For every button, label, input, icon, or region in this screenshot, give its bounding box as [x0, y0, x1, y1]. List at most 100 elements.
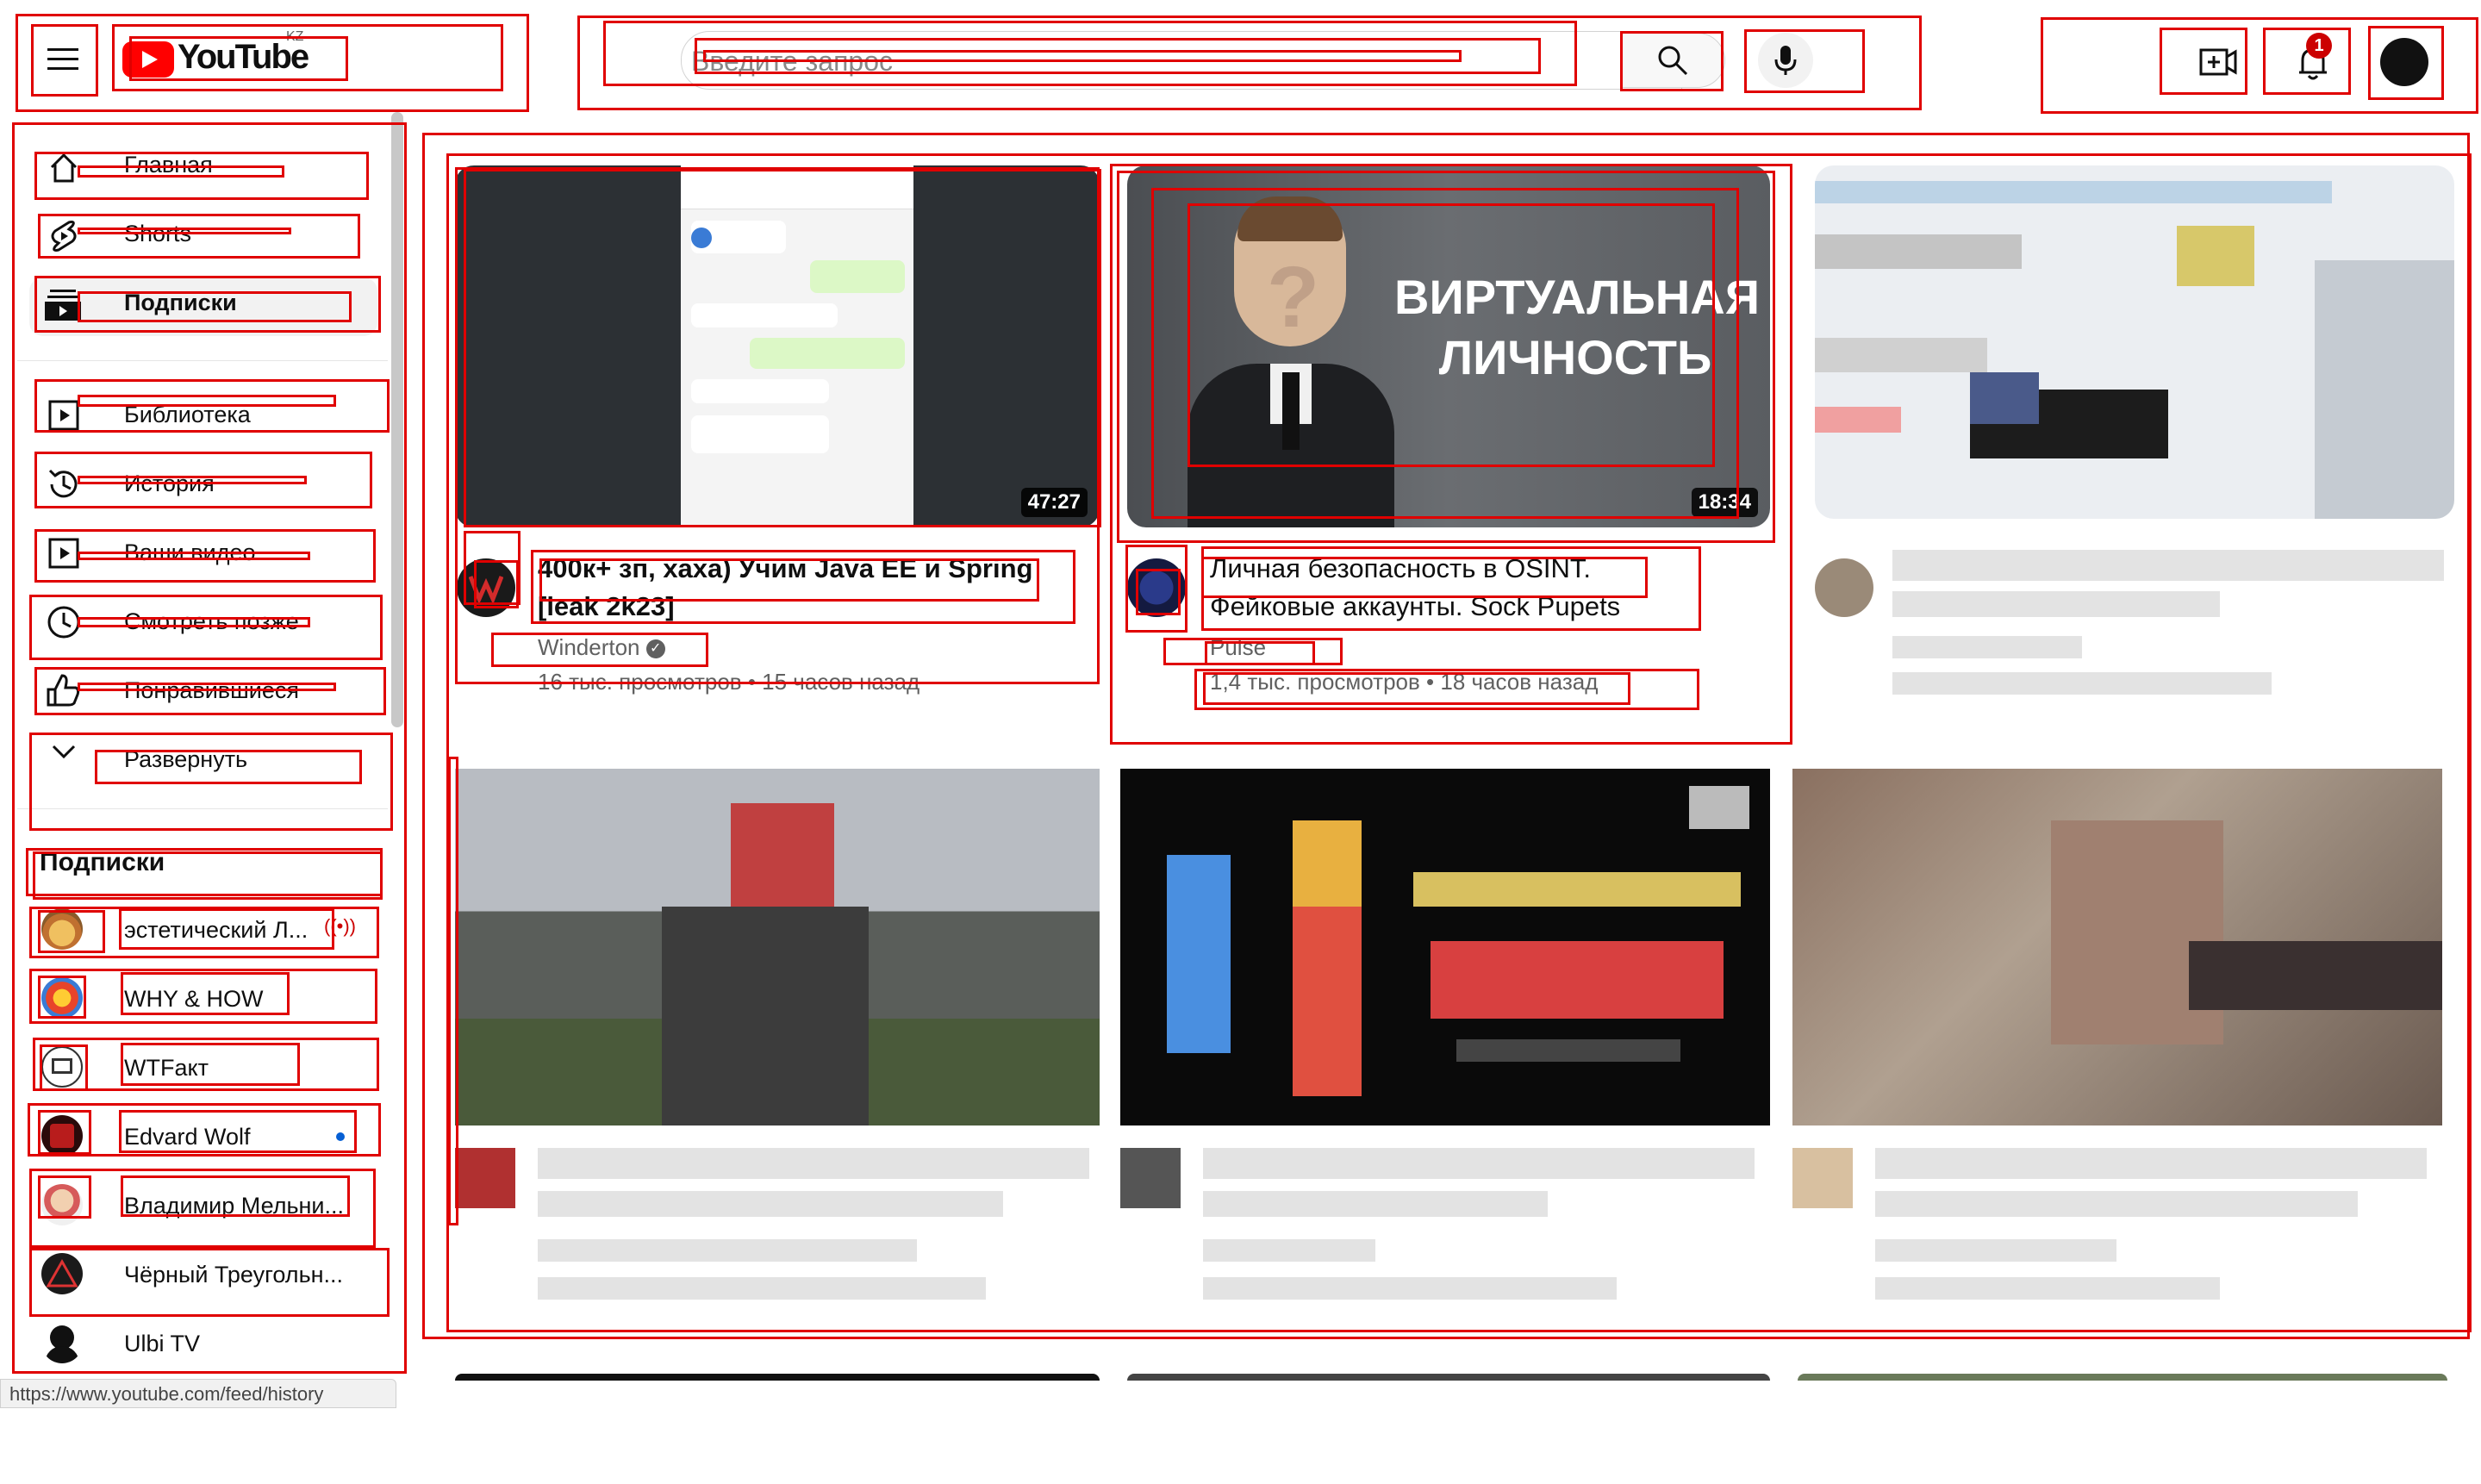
thumbnail-image: ? [1188, 196, 1394, 527]
subscription-name: Ulbi TV [124, 1331, 201, 1356]
sidebar-item-liked[interactable]: Понравившиеся [34, 667, 379, 715]
sidebar-item-label: Shorts [124, 221, 192, 246]
channel-name[interactable]: Winderton ✓ [538, 634, 665, 661]
video-duration: 18:34 [1691, 488, 1758, 517]
thumbnail-caption: ВИРТУАЛЬНАЯ ЛИЧНОСТЬ [1394, 267, 1760, 388]
channel-avatar[interactable] [457, 558, 515, 617]
subscription-name: Чёрный Треугольн... [124, 1262, 344, 1288]
video-title-line: Фейковые аккаунты. Sock Pupets [1210, 591, 1621, 621]
video-thumbnail[interactable] [1792, 769, 2442, 1125]
video-card-blurred[interactable] [1815, 165, 2454, 734]
video-card-blurred[interactable] [1792, 769, 2447, 1363]
subscription-item[interactable]: Чёрный Треугольн... [34, 1250, 379, 1301]
new-content-dot [336, 1132, 345, 1141]
thumbs-up-icon [47, 674, 80, 707]
subscription-item[interactable]: эстетический Л... ((•)) [34, 905, 379, 957]
search-button[interactable] [1620, 33, 1725, 88]
sidebar-item-history[interactable]: История [34, 460, 379, 508]
video-feed: 47:27 400к+ зп, хаха) Учим Java EE и Spr… [431, 138, 2473, 1381]
subscription-name: WHY & HOW [124, 986, 264, 1012]
subscription-item[interactable]: Владимир Мельни... [34, 1181, 379, 1232]
channel-avatar [41, 1253, 83, 1294]
video-card[interactable]: ? ВИРТУАЛЬНАЯ ЛИЧНОСТЬ 18:34 Личная безо… [1127, 165, 1770, 734]
channel-avatar [41, 1115, 83, 1157]
video-title[interactable]: Личная безопасность в OSINT. Фейковые ак… [1210, 550, 1761, 626]
subscription-name: Edvard Wolf [124, 1124, 251, 1150]
youtube-logo[interactable]: YouTube KZ [122, 29, 346, 83]
library-icon [48, 400, 79, 431]
chevron-down-icon [52, 745, 76, 759]
voice-search-button[interactable] [1758, 33, 1813, 88]
sidebar-item-label: Развернуть [124, 746, 248, 772]
live-icon: ((•)) [324, 915, 357, 937]
sidebar-item-label: Понравившиеся [124, 677, 300, 703]
youtube-play-icon [122, 41, 174, 78]
menu-button[interactable] [41, 38, 84, 81]
video-card-partial[interactable] [455, 1374, 1100, 1381]
channel-avatar [41, 908, 83, 950]
sidebar-item-library[interactable]: Библиотека [34, 391, 379, 440]
video-card-partial[interactable] [1798, 1374, 2447, 1381]
sidebar-item-label: История [124, 471, 215, 496]
subscription-item[interactable]: Edvard Wolf [34, 1112, 379, 1163]
video-thumbnail[interactable]: 47:27 [455, 165, 1100, 527]
create-button[interactable] [2194, 38, 2242, 86]
sidebar-scrollbar[interactable] [391, 112, 403, 727]
video-card[interactable]: 47:27 400к+ зп, хаха) Учим Java EE и Spr… [455, 165, 1100, 734]
thumbnail-caption-line: ЛИЧНОСТЬ [1438, 330, 1712, 384]
winderton-logo-icon [469, 576, 503, 602]
channel-name[interactable]: Pulse [1210, 634, 1266, 661]
shorts-icon [51, 221, 77, 252]
sidebar-item-subscriptions[interactable]: Подписки [34, 281, 379, 329]
video-card-partial[interactable] [1127, 1374, 1770, 1381]
video-thumbnail[interactable]: ? ВИРТУАЛЬНАЯ ЛИЧНОСТЬ 18:34 [1127, 165, 1770, 527]
triangle-logo-icon [47, 1258, 78, 1288]
sidebar-item-watch-later[interactable]: Смотреть позже [34, 598, 379, 646]
status-url: https://www.youtube.com/feed/history [9, 1383, 324, 1405]
account-avatar[interactable] [2380, 38, 2428, 86]
channel-avatar [41, 1184, 83, 1225]
thumbnail-image [681, 165, 913, 527]
video-title-line: [leak 2k23] [538, 591, 675, 621]
sidebar-divider [17, 360, 388, 361]
verified-icon: ✓ [645, 639, 665, 659]
subscriptions-heading: Подписки [40, 848, 165, 876]
hamburger-icon [47, 48, 78, 70]
video-card-blurred[interactable] [1120, 769, 1770, 1363]
video-stats: 1,4 тыс. просмотров • 18 часов назад [1210, 669, 1599, 695]
subscriptions-icon [45, 290, 81, 321]
subscription-name: эстетический Л... [124, 917, 309, 943]
subscription-name: WTFакт [124, 1055, 209, 1081]
video-thumbnail[interactable] [455, 769, 1100, 1125]
sidebar-item-label: Главная [124, 152, 213, 178]
sidebar-item-label: Ваши видео [124, 539, 256, 565]
video-thumbnail[interactable] [1815, 165, 2454, 519]
channel-name-text: Winderton [538, 634, 640, 660]
subscription-item[interactable]: WHY & HOW [34, 974, 379, 1026]
sidebar-item-home[interactable]: Главная [34, 143, 379, 191]
sidebar-item-your-videos[interactable]: Ваши видео [34, 529, 379, 577]
thumbnail-caption-line: ВИРТУАЛЬНАЯ [1394, 270, 1760, 324]
video-card-blurred[interactable] [455, 769, 1100, 1363]
video-title[interactable]: 400к+ зп, хаха) Учим Java EE и Spring [l… [538, 550, 1089, 626]
create-video-icon [2199, 48, 2237, 76]
video-title-line: 400к+ зп, хаха) Учим Java EE и Spring [538, 553, 1033, 583]
video-title-line: Личная безопасность в OSINT. [1210, 553, 1591, 583]
video-stats: 16 тыс. просмотров • 15 часов назад [538, 669, 920, 695]
top-bar: YouTube KZ 1 [0, 0, 2481, 112]
subscription-item[interactable]: WTFакт [34, 1043, 379, 1094]
subscription-item[interactable]: Ulbi TV [34, 1319, 379, 1370]
search-input[interactable] [689, 38, 1555, 84]
sidebar-item-expand[interactable]: Развернуть [34, 736, 379, 784]
channel-avatar [41, 1322, 83, 1363]
microphone-icon [1774, 46, 1797, 75]
video-duration: 47:27 [1020, 488, 1088, 517]
channel-avatar [41, 977, 83, 1019]
sidebar-item-label: Библиотека [124, 402, 251, 427]
channel-avatar[interactable] [1815, 558, 1873, 617]
history-icon [48, 469, 78, 498]
sidebar-item-shorts[interactable]: Shorts [34, 212, 379, 260]
channel-avatar[interactable] [1127, 558, 1186, 617]
video-thumbnail[interactable] [1120, 769, 1770, 1125]
subscription-name: Владимир Мельни... [124, 1193, 345, 1219]
